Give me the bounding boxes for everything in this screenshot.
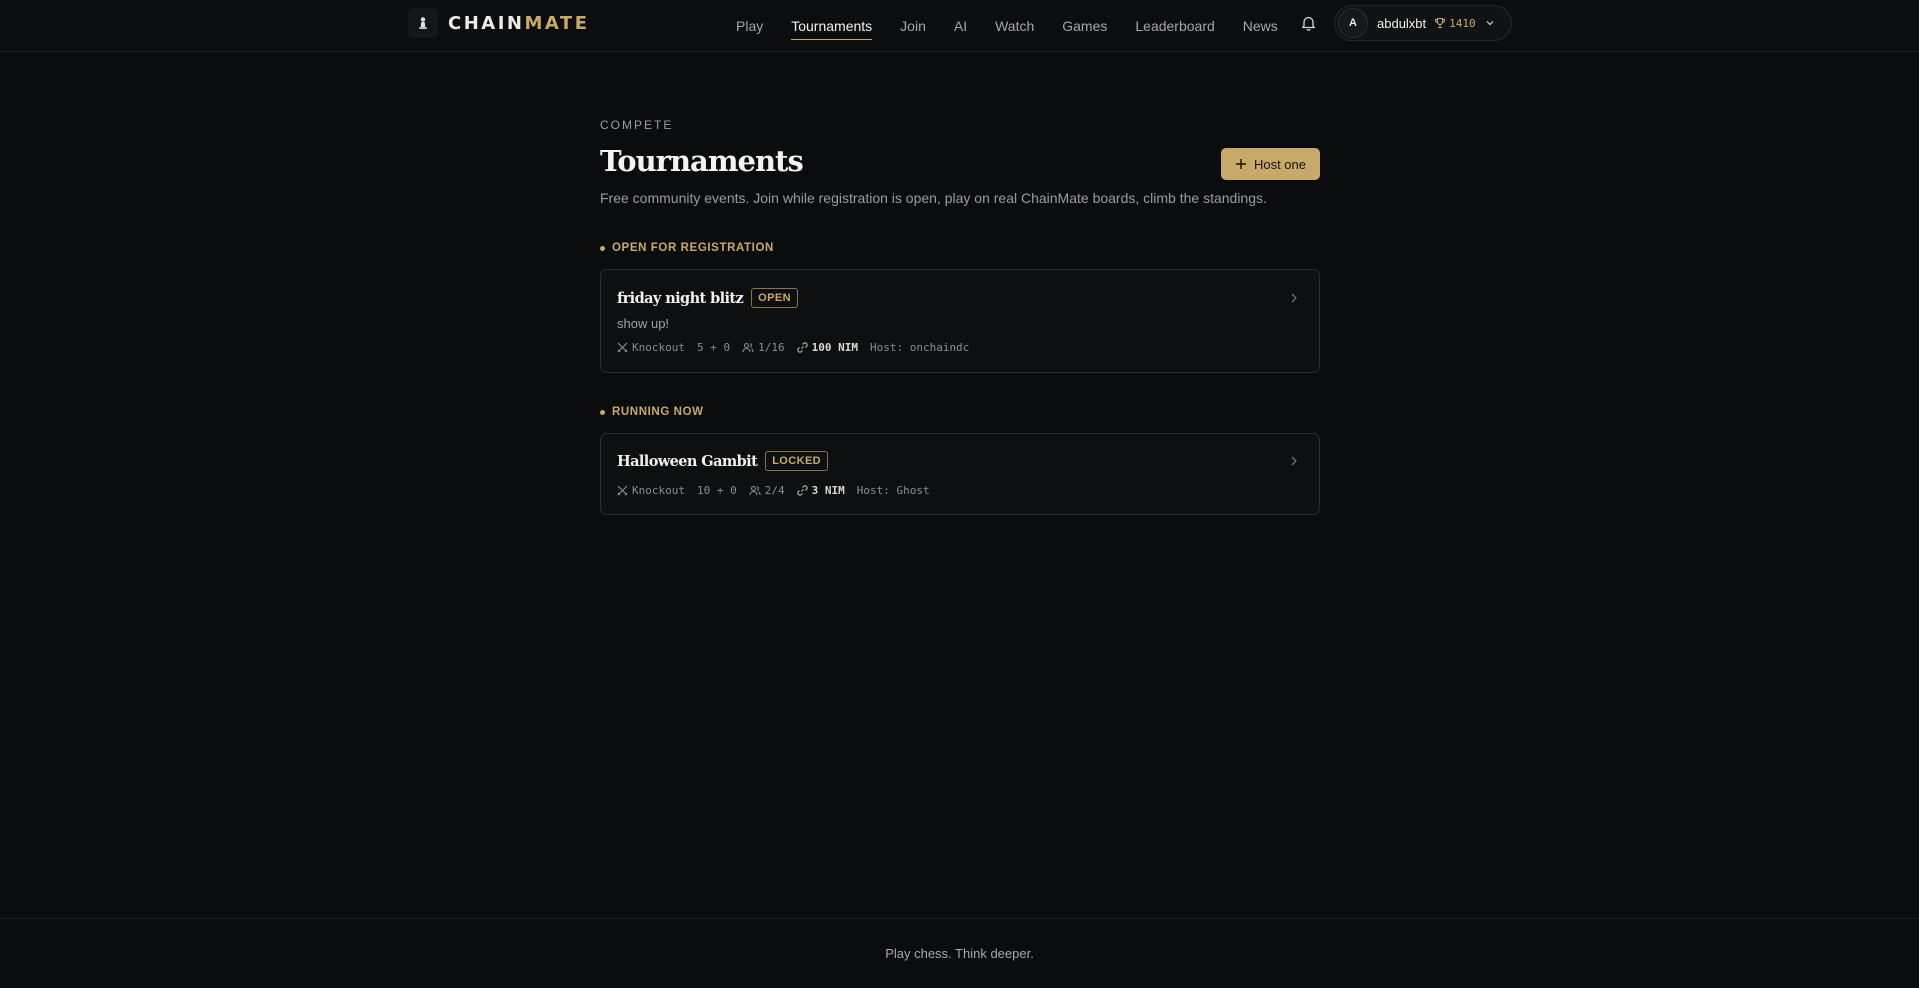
player-count: 2/4 [764, 484, 785, 497]
nav-play[interactable]: Play [722, 0, 777, 51]
main-nav: Play Tournaments Join AI Watch Games Lea… [722, 0, 1292, 51]
page-title: Tournaments [600, 144, 804, 178]
username: abdulxbt [1377, 15, 1427, 31]
tournament-card[interactable]: Halloween Gambit LOCKED Knockout 10 + 0 … [600, 433, 1320, 515]
status-badge: LOCKED [765, 451, 829, 471]
format-meta: Knockout [617, 341, 685, 354]
prize-meta: 100 NIM [796, 341, 858, 354]
tournament-format: Knockout [632, 484, 685, 497]
status-badge: OPEN [751, 288, 798, 308]
nav-join[interactable]: Join [886, 0, 940, 51]
nav-watch[interactable]: Watch [981, 0, 1048, 51]
tournament-name: Halloween Gambit [617, 452, 758, 470]
plus-icon [1235, 159, 1246, 169]
section-heading-label: RUNNING NOW [612, 406, 704, 418]
tournament-name: friday night blitz [617, 289, 744, 307]
users-icon [742, 342, 754, 353]
brand-name-part2: MATE [524, 12, 590, 34]
section-dot [600, 409, 605, 415]
chevron-right-icon [1289, 291, 1299, 309]
card-title-row: friday night blitz OPEN [617, 288, 798, 308]
crossed-swords-icon [617, 485, 628, 496]
tournament-format: Knockout [632, 341, 685, 354]
footer-tagline: Play chess. Think deeper. [885, 946, 1034, 961]
footer: Play chess. Think deeper. [0, 918, 1919, 988]
link-icon [796, 342, 808, 353]
nav-news[interactable]: News [1229, 0, 1292, 51]
chess-pawn-logo-icon [408, 8, 438, 38]
top-navigation-bar: CHAINMATE Play Tournaments Join AI Watch… [0, 0, 1919, 52]
user-rating: 1410 [1434, 17, 1476, 30]
tournament-description: show up! [617, 316, 670, 331]
tournament-host: Host: onchaindc [869, 341, 970, 354]
user-menu[interactable]: A abdulxbt 1410 [1334, 5, 1512, 41]
player-count: 1/16 [758, 341, 785, 354]
tournament-card[interactable]: friday night blitz OPEN show up! Knockou… [600, 269, 1320, 373]
brand-logo[interactable]: CHAINMATE [408, 8, 590, 38]
players-meta: 1/16 [742, 341, 785, 354]
time-control: 10 + 0 [696, 484, 737, 497]
brand-name: CHAINMATE [448, 13, 590, 34]
format-meta: Knockout [617, 484, 685, 497]
page-eyebrow: COMPETE [600, 118, 674, 132]
nav-leaderboard[interactable]: Leaderboard [1121, 0, 1228, 51]
players-meta: 2/4 [749, 484, 785, 497]
page-subtitle: Free community events. Join while regist… [600, 190, 1267, 206]
link-icon [796, 485, 808, 496]
tournament-meta: Knockout 10 + 0 2/4 3 NIM Host: Ghost [617, 484, 942, 497]
users-icon [749, 485, 761, 496]
tournament-host: Host: Ghost [856, 484, 930, 497]
section-heading-open: OPEN FOR REGISTRATION [600, 242, 774, 254]
nav-tournaments[interactable]: Tournaments [777, 0, 886, 51]
section-heading-running: RUNNING NOW [600, 406, 704, 418]
time-control: 5 + 0 [696, 341, 731, 354]
prize-meta: 3 NIM [796, 484, 845, 497]
brand-name-part1: CHAIN [448, 12, 525, 34]
avatar: A [1338, 8, 1368, 38]
user-rating-value: 1410 [1449, 16, 1476, 30]
prize-pool: 3 NIM [811, 484, 845, 497]
host-tournament-button-label: Host one [1253, 156, 1307, 172]
card-title-row: Halloween Gambit LOCKED [617, 451, 829, 471]
tournament-meta: Knockout 5 + 0 1/16 100 NIM Host: onchai… [617, 341, 981, 354]
trophy-icon [1434, 17, 1446, 29]
host-tournament-button[interactable]: Host one [1221, 148, 1320, 180]
prize-pool: 100 NIM [811, 341, 858, 354]
section-dot [600, 245, 605, 251]
nav-games[interactable]: Games [1048, 0, 1121, 51]
notifications-bell-icon[interactable] [1298, 13, 1318, 33]
chevron-down-icon [1485, 18, 1495, 28]
section-heading-label: OPEN FOR REGISTRATION [612, 242, 774, 254]
chevron-right-icon [1289, 454, 1299, 472]
nav-ai[interactable]: AI [940, 0, 981, 51]
crossed-swords-icon [617, 342, 628, 353]
